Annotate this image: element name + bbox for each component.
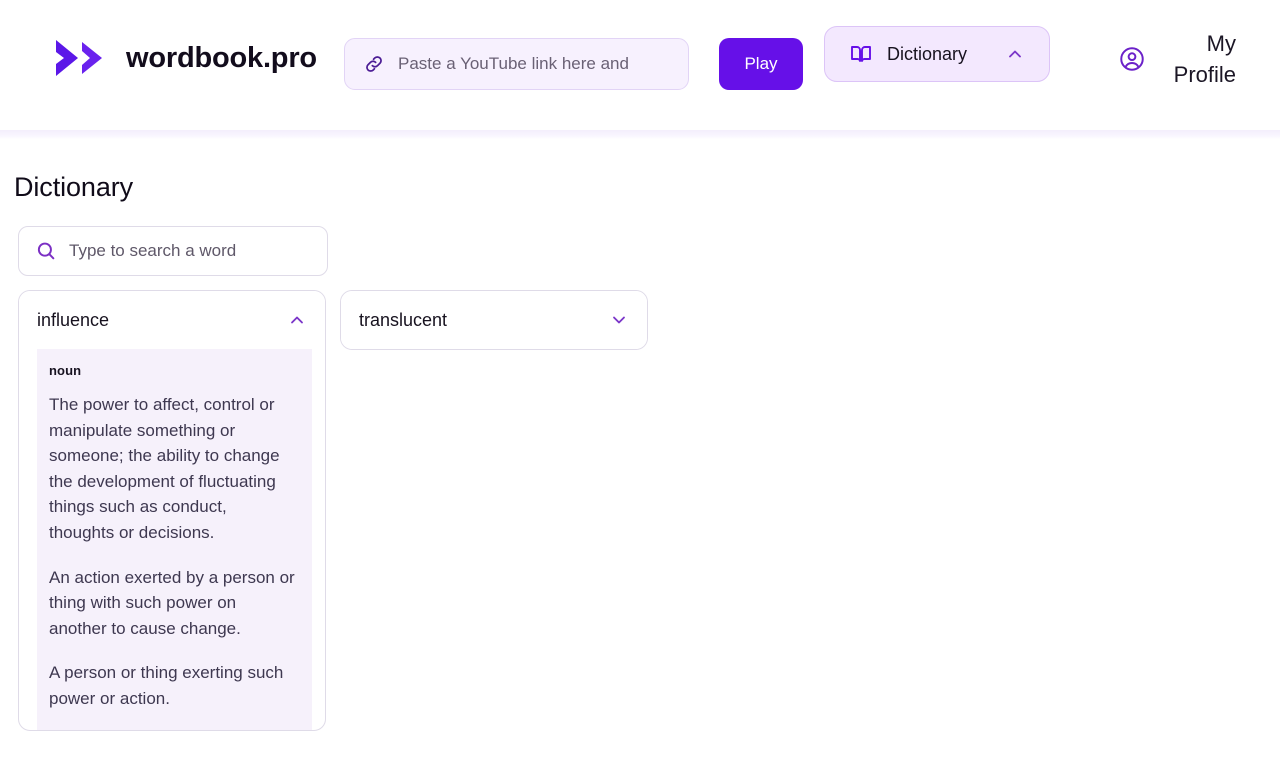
brand-logo[interactable]: wordbook.pro (52, 36, 317, 80)
dictionary-menu-label: Dictionary (887, 43, 968, 64)
header-divider (0, 130, 1280, 139)
definition-item: The power to affect, control or manipula… (49, 395, 280, 542)
definition-item: An action exerted by a person or thing w… (49, 567, 295, 638)
chevron-up-icon[interactable] (287, 310, 307, 330)
youtube-link-field[interactable] (344, 38, 689, 90)
dictionary-menu-button[interactable]: Dictionary (824, 26, 1050, 82)
word-card-influence: influence noun The power to affect, cont… (18, 290, 326, 731)
play-button[interactable]: Play (719, 38, 803, 90)
search-input[interactable] (69, 241, 311, 261)
user-circle-icon (1120, 47, 1144, 71)
profile-menu[interactable]: My Profile (1118, 28, 1236, 90)
app-header: wordbook.pro Play Dictionary My Profile (0, 0, 1280, 139)
word-title: influence (37, 309, 110, 330)
word-card-list: influence noun The power to affect, cont… (18, 290, 648, 731)
part-of-speech-label: noun (49, 363, 82, 378)
word-title: translucent (359, 309, 448, 330)
brand-name: wordbook.pro (126, 41, 317, 74)
page-title: Dictionary (14, 172, 134, 202)
word-search-box[interactable] (18, 226, 328, 276)
definition-item: A person or thing exerting such power or… (49, 663, 284, 708)
double-chevron-right-icon (56, 40, 102, 76)
word-card-header[interactable]: translucent (341, 291, 647, 349)
chevron-down-icon[interactable] (609, 310, 629, 330)
youtube-link-input[interactable] (398, 54, 670, 74)
link-icon (366, 56, 382, 72)
search-icon (37, 242, 55, 260)
word-definition-panel: noun The power to affect, control or man… (37, 349, 312, 730)
open-book-icon (851, 46, 871, 62)
profile-label: My Profile (1173, 31, 1236, 87)
chevron-up-icon (1009, 50, 1021, 58)
word-card-translucent: translucent (340, 290, 648, 350)
word-card-header[interactable]: influence (19, 291, 325, 349)
